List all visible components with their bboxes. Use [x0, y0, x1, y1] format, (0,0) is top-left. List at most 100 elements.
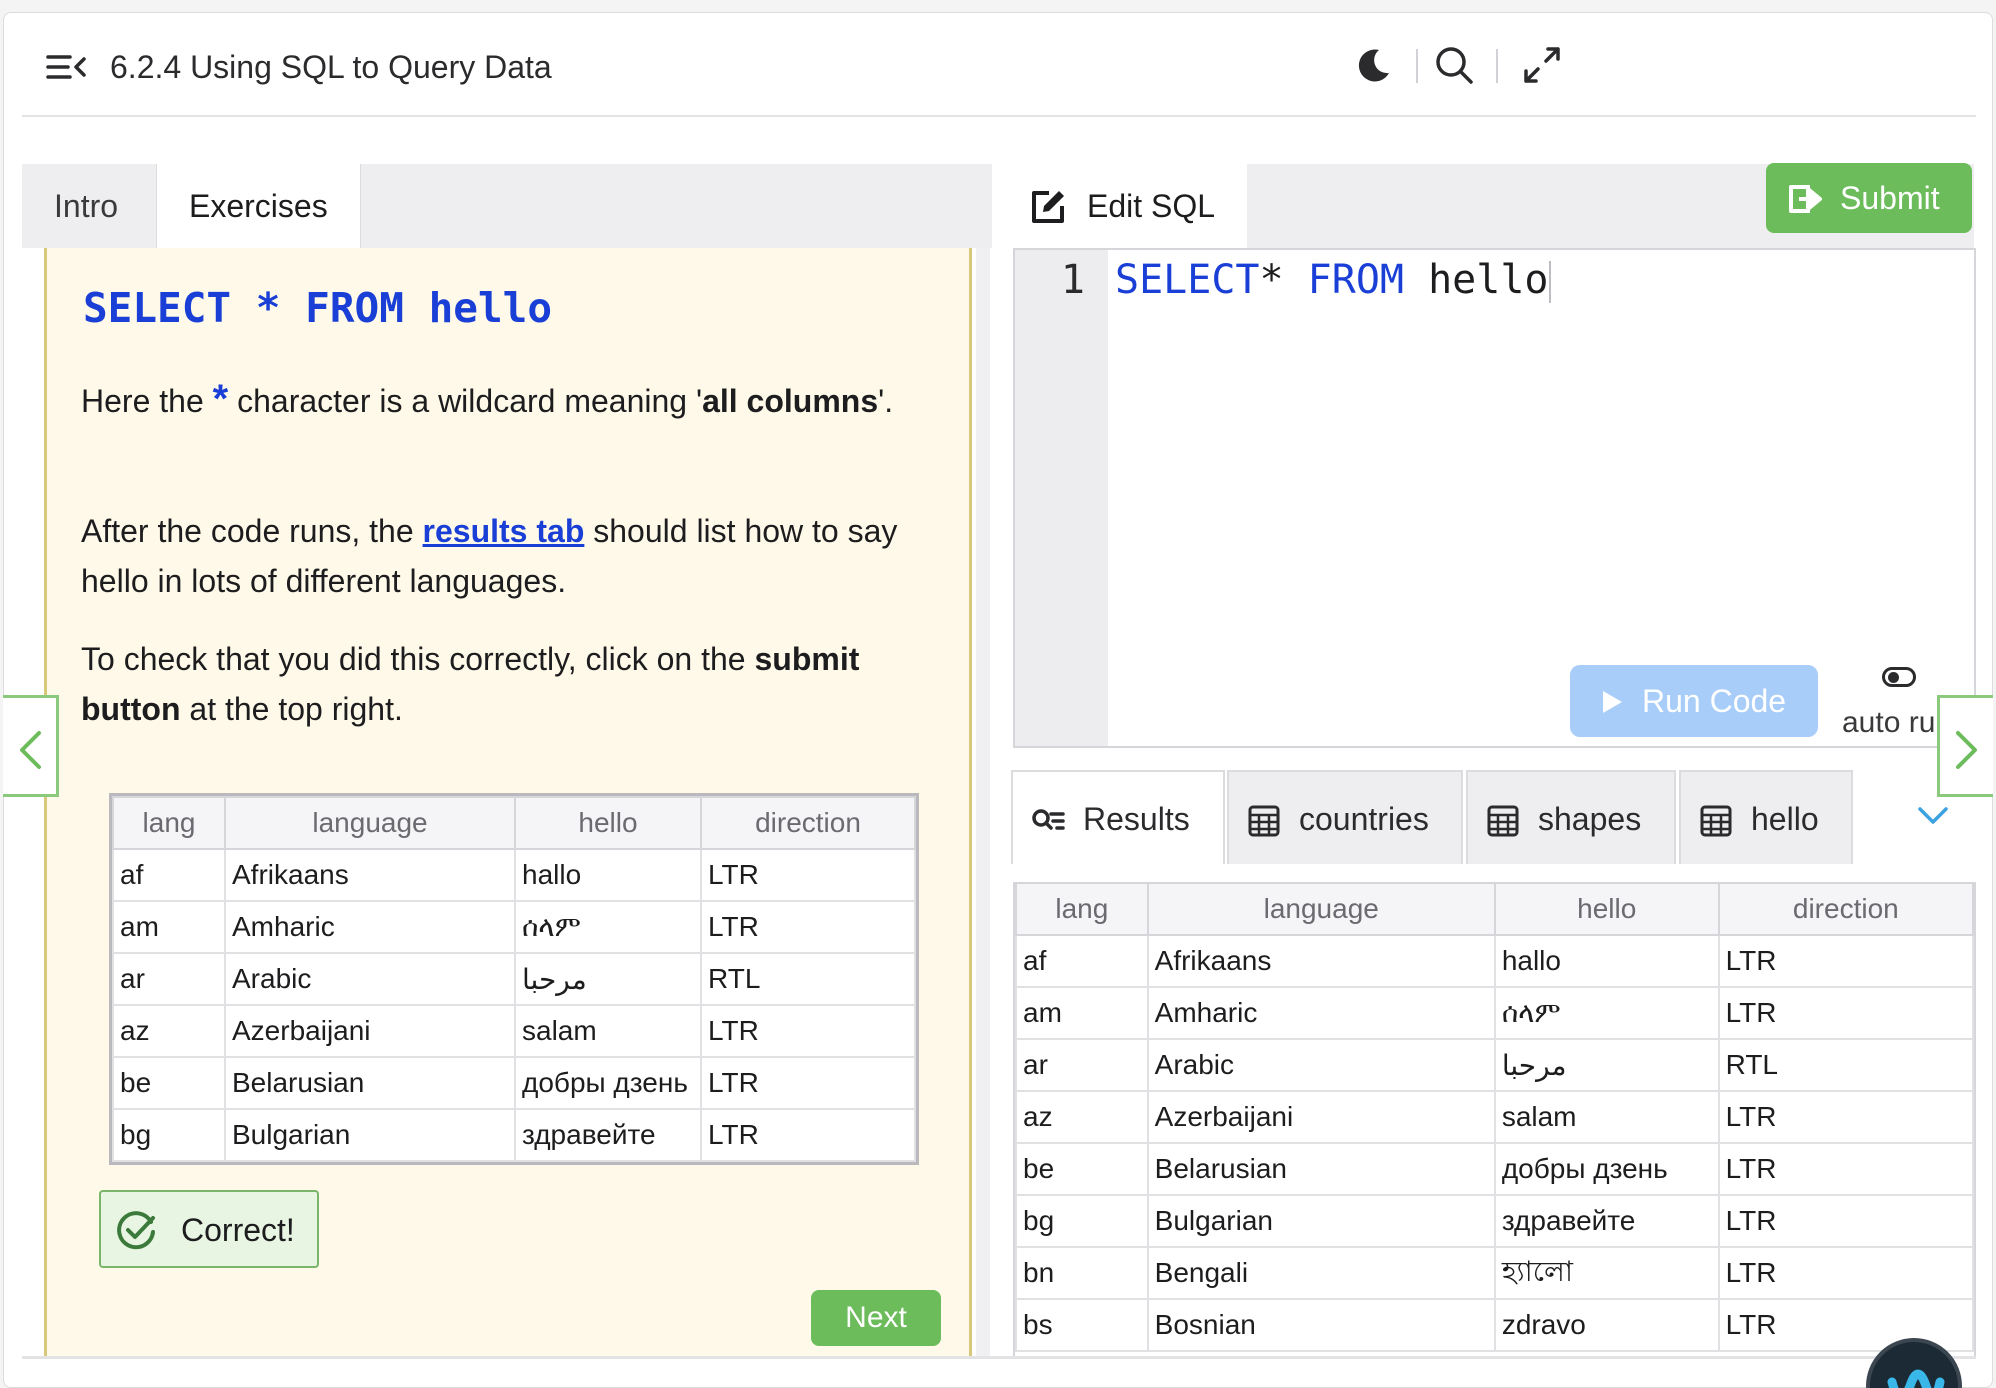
column-header[interactable]: direction: [1717, 882, 1974, 936]
table-cell: LTR: [700, 848, 916, 902]
code-line[interactable]: SELECT* FROM hello: [1115, 258, 1551, 303]
tab-shapes[interactable]: shapes: [1466, 770, 1676, 864]
search-icon[interactable]: [1432, 43, 1476, 87]
play-icon: [1603, 691, 1622, 713]
table-cell: LTR: [1717, 986, 1974, 1040]
exercise-heading: SELECT * FROM hello: [83, 284, 552, 332]
table-row: am Amharic ሰላም LTR: [112, 900, 916, 954]
next-page-button[interactable]: [1937, 695, 1993, 797]
line-gutter: 1: [1015, 250, 1108, 746]
menu-collapse-icon[interactable]: [44, 47, 88, 87]
table-cell: az: [112, 1004, 226, 1058]
tab-results[interactable]: Results: [1011, 770, 1225, 864]
data-table: lang language hello direction af Afrikaans ha…: [112, 796, 916, 1162]
table-row: ar Arabic مرحبا RTL: [1015, 1038, 1974, 1092]
table-cell: Bosnian: [1146, 1298, 1496, 1352]
table-row: bg Bulgarian здравейте LTR: [112, 1108, 916, 1162]
table-cell: LTR: [1717, 1246, 1974, 1300]
table-row: az Azerbaijani salam LTR: [112, 1004, 916, 1058]
column-header[interactable]: language: [1146, 882, 1496, 936]
table-cell: hallo: [514, 848, 702, 902]
table-cell: Azerbaijani: [1146, 1090, 1496, 1144]
edit-icon: [1032, 191, 1064, 223]
table-row: az Azerbaijani salam LTR: [1015, 1090, 1974, 1144]
results-table: lang language hello direction af Afrikaans ha…: [1013, 882, 1976, 1356]
auto-run-label: auto run: [1842, 706, 1953, 739]
table-cell: Amharic: [224, 900, 516, 954]
table-cell: Arabic: [224, 952, 516, 1006]
submit-arrow-icon: [1789, 185, 1822, 213]
table-row: bn Bengali হ্যালো LTR: [1015, 1246, 1974, 1300]
table-cell: LTR: [700, 1056, 916, 1110]
table-cell: Azerbaijani: [224, 1004, 516, 1058]
column-header[interactable]: hello: [514, 796, 702, 850]
table-cell: RTL: [700, 952, 916, 1006]
sql-editor[interactable]: 1 SELECT* FROM hello: [1013, 248, 1976, 748]
header-divider: [1496, 49, 1498, 83]
table-row: bg Bulgarian здравейте LTR: [1015, 1194, 1974, 1248]
correct-feedback: Correct!: [99, 1190, 319, 1268]
next-button[interactable]: Next: [811, 1290, 941, 1346]
table-cell: Belarusian: [1146, 1142, 1496, 1196]
chevron-right-icon: [1956, 731, 1977, 769]
tab-edit-sql[interactable]: Edit SQL: [1011, 164, 1247, 248]
check-circle-icon: [117, 1211, 155, 1250]
results-tab-link[interactable]: results tab: [423, 513, 585, 549]
column-header[interactable]: lang: [1015, 882, 1149, 936]
left-scrollbar[interactable]: [976, 248, 990, 1356]
previous-page-button[interactable]: [3, 695, 59, 797]
table-row: be Belarusian добры дзень LTR: [112, 1056, 916, 1110]
table-row: af Afrikaans hallo LTR: [112, 848, 916, 902]
webex-logo-icon: [1887, 1369, 1945, 1388]
results-tab-bar: Results countries shapes hello: [1011, 770, 1976, 864]
table-cell: Bengali: [1146, 1246, 1496, 1300]
correct-label: Correct!: [181, 1212, 295, 1248]
table-row: bs Bosnian zdravo LTR: [1015, 1298, 1974, 1352]
run-code-button[interactable]: Run Code: [1570, 665, 1818, 737]
table-cell: Bulgarian: [224, 1108, 516, 1162]
table-cell: ar: [112, 952, 226, 1006]
chevron-down-icon[interactable]: [1916, 803, 1950, 827]
column-header[interactable]: language: [224, 796, 516, 850]
table-cell: bs: [1015, 1298, 1149, 1352]
column-header[interactable]: lang: [112, 796, 226, 850]
submit-button[interactable]: Submit: [1766, 163, 1972, 233]
footer-divider: [22, 1356, 1976, 1359]
table-cell: be: [112, 1056, 226, 1110]
table-cell: salam: [514, 1004, 702, 1058]
table-row: af Afrikaans hallo LTR: [1015, 934, 1974, 988]
auto-run-toggle[interactable]: [1882, 667, 1916, 687]
expand-icon[interactable]: [1520, 43, 1564, 87]
table-cell: af: [112, 848, 226, 902]
paragraph-submit: To check that you did this correctly, cl…: [81, 641, 860, 727]
table-cell: bn: [1015, 1246, 1149, 1300]
table-cell: здравейте: [514, 1108, 702, 1162]
table-cell: LTR: [1717, 1142, 1974, 1196]
text-cursor: [1548, 261, 1551, 303]
table-cell: Bulgarian: [1146, 1194, 1496, 1248]
table-cell: Belarusian: [224, 1056, 516, 1110]
wildcard-star: *: [212, 377, 229, 421]
table-icon: [1248, 805, 1280, 837]
table-cell: LTR: [700, 1004, 916, 1058]
webex-launcher-icon[interactable]: [1866, 1338, 1962, 1388]
table-cell: добры дзень: [514, 1056, 702, 1110]
tab-exercises[interactable]: Exercises: [156, 164, 361, 248]
table-icon: [1700, 805, 1732, 837]
moon-icon[interactable]: [1352, 43, 1396, 87]
table-cell: Amharic: [1146, 986, 1496, 1040]
exercise-panel: SELECT * FROM hello Here the * character…: [44, 248, 972, 1356]
table-cell: добры дзень: [1493, 1142, 1720, 1196]
chevron-left-icon: [20, 731, 41, 769]
paragraph-results: After the code runs, the results tab sho…: [81, 513, 898, 599]
tab-hello[interactable]: hello: [1679, 770, 1853, 864]
table-cell: RTL: [1717, 1038, 1974, 1092]
column-header[interactable]: hello: [1493, 882, 1720, 936]
paragraph-wildcard: Here the * character is a wildcard meani…: [81, 377, 894, 421]
tab-intro[interactable]: Intro: [22, 164, 150, 248]
table-cell: az: [1015, 1090, 1149, 1144]
header-divider: [1416, 49, 1418, 83]
table-cell: ሰላም: [1493, 986, 1720, 1040]
column-header[interactable]: direction: [700, 796, 916, 850]
tab-countries[interactable]: countries: [1227, 770, 1463, 864]
